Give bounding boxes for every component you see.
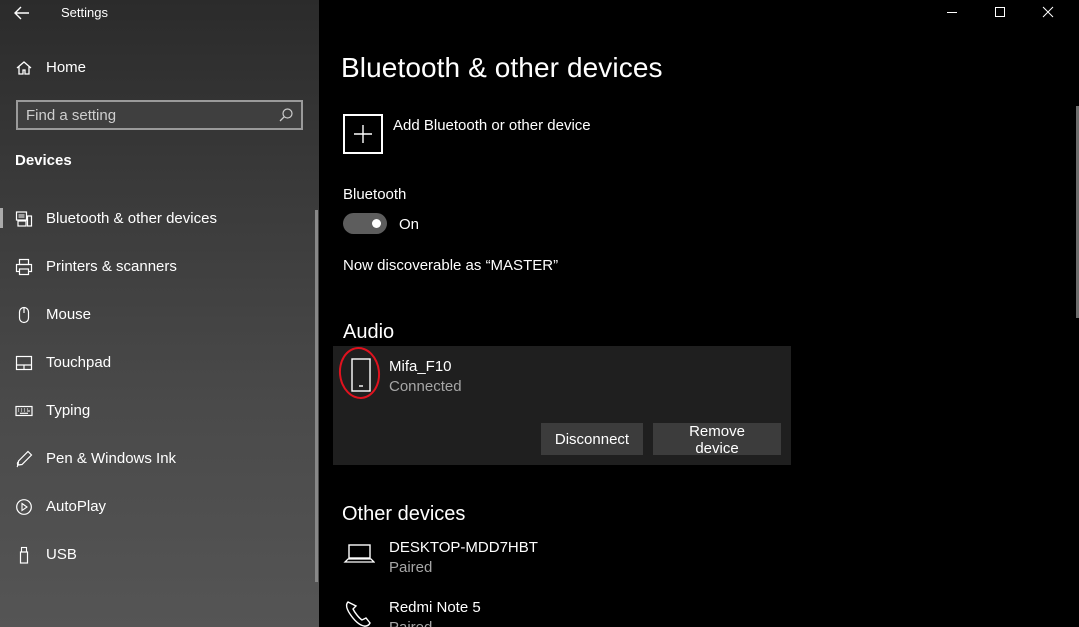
phone-handset-icon xyxy=(345,601,371,627)
remove-device-button[interactable]: Remove device xyxy=(653,423,781,457)
autoplay-icon xyxy=(16,499,32,515)
bluetooth-state: On xyxy=(399,216,420,233)
page-title: Bluetooth & other devices xyxy=(341,52,663,83)
bluetooth-label: Bluetooth xyxy=(343,186,407,203)
sidebar-item-label: Printers & scanners xyxy=(46,258,177,275)
device-name: Mifa_F10 xyxy=(389,358,452,375)
annotation-circle xyxy=(336,344,383,402)
sidebar-item-label: Home xyxy=(46,59,87,76)
laptop-icon xyxy=(343,544,375,563)
back-button[interactable] xyxy=(10,3,34,23)
search-input[interactable] xyxy=(26,105,271,125)
device-name: DESKTOP-MDD7HBT xyxy=(389,539,538,556)
pen-icon xyxy=(16,450,33,468)
sidebar-item-autoplay[interactable]: AutoPlay xyxy=(0,487,319,527)
close-icon xyxy=(1042,6,1054,18)
window-title: Settings xyxy=(61,5,108,20)
usb-icon xyxy=(19,546,29,564)
sidebar-item-label: Touchpad xyxy=(46,354,112,371)
sidebar-item-bluetooth[interactable]: Bluetooth & other devices xyxy=(0,199,319,239)
sidebar-item-label: Typing xyxy=(46,402,91,419)
add-device-label: Add Bluetooth or other device xyxy=(393,117,591,134)
sidebar-scrollbar[interactable] xyxy=(315,210,318,582)
sidebar-item-label: Pen & Windows Ink xyxy=(46,450,177,467)
device-status: Paired xyxy=(389,559,433,576)
touchpad-icon xyxy=(15,355,33,371)
list-item[interactable]: DESKTOP-MDD7HBT Paired xyxy=(343,539,743,579)
device-name: Redmi Note 5 xyxy=(389,599,481,616)
bluetooth-devices-icon xyxy=(15,211,33,227)
bluetooth-toggle[interactable] xyxy=(343,213,387,234)
main-content: Bluetooth & other devices Add Bluetooth … xyxy=(319,0,1079,627)
maximize-icon xyxy=(995,7,1005,17)
title-bar: Settings xyxy=(0,0,319,26)
add-device-button[interactable]: Add Bluetooth or other device xyxy=(343,114,643,156)
sidebar-item-mouse[interactable]: Mouse xyxy=(0,295,319,335)
search-box[interactable] xyxy=(16,100,303,130)
toggle-knob xyxy=(372,219,381,228)
sidebar-item-home[interactable]: Home xyxy=(0,56,319,80)
device-status: Connected xyxy=(389,378,462,395)
sidebar-item-label: Mouse xyxy=(46,306,92,323)
sidebar-item-pen[interactable]: Pen & Windows Ink xyxy=(0,439,319,479)
section-title: Devices xyxy=(15,152,72,169)
sidebar-item-label: AutoPlay xyxy=(46,498,107,515)
disconnect-button[interactable]: Disconnect xyxy=(541,423,643,455)
other-devices-heading: Other devices xyxy=(342,503,466,525)
keyboard-icon xyxy=(15,405,33,417)
list-item[interactable]: Redmi Note 5 Paired xyxy=(343,599,743,627)
back-arrow-icon xyxy=(14,6,29,20)
minimize-icon xyxy=(947,12,957,13)
close-button[interactable] xyxy=(1025,0,1071,26)
window-controls xyxy=(929,0,1079,26)
sidebar-item-label: Bluetooth & other devices xyxy=(46,210,217,227)
plus-box xyxy=(343,114,383,154)
audio-heading: Audio xyxy=(343,321,395,343)
printer-icon xyxy=(15,258,33,276)
maximize-button[interactable] xyxy=(977,0,1023,26)
sidebar: Settings Home Devices Bluetooth & other … xyxy=(0,0,319,627)
sidebar-item-typing[interactable]: Typing xyxy=(0,391,319,431)
search-icon[interactable] xyxy=(278,107,294,123)
sidebar-item-printers[interactable]: Printers & scanners xyxy=(0,247,319,287)
mouse-icon xyxy=(18,306,30,324)
home-icon xyxy=(16,61,32,75)
sidebar-item-usb[interactable]: USB xyxy=(0,535,319,575)
sidebar-item-label: USB xyxy=(46,546,77,563)
minimize-button[interactable] xyxy=(929,0,975,26)
device-status: Paired xyxy=(389,619,432,627)
sidebar-item-touchpad[interactable]: Touchpad xyxy=(0,343,319,383)
audio-device-card[interactable]: Mifa_F10 Connected Disconnect Remove dev… xyxy=(333,344,791,465)
plus-icon xyxy=(354,125,372,143)
discoverable-text: Now discoverable as “MASTER” xyxy=(343,257,559,274)
